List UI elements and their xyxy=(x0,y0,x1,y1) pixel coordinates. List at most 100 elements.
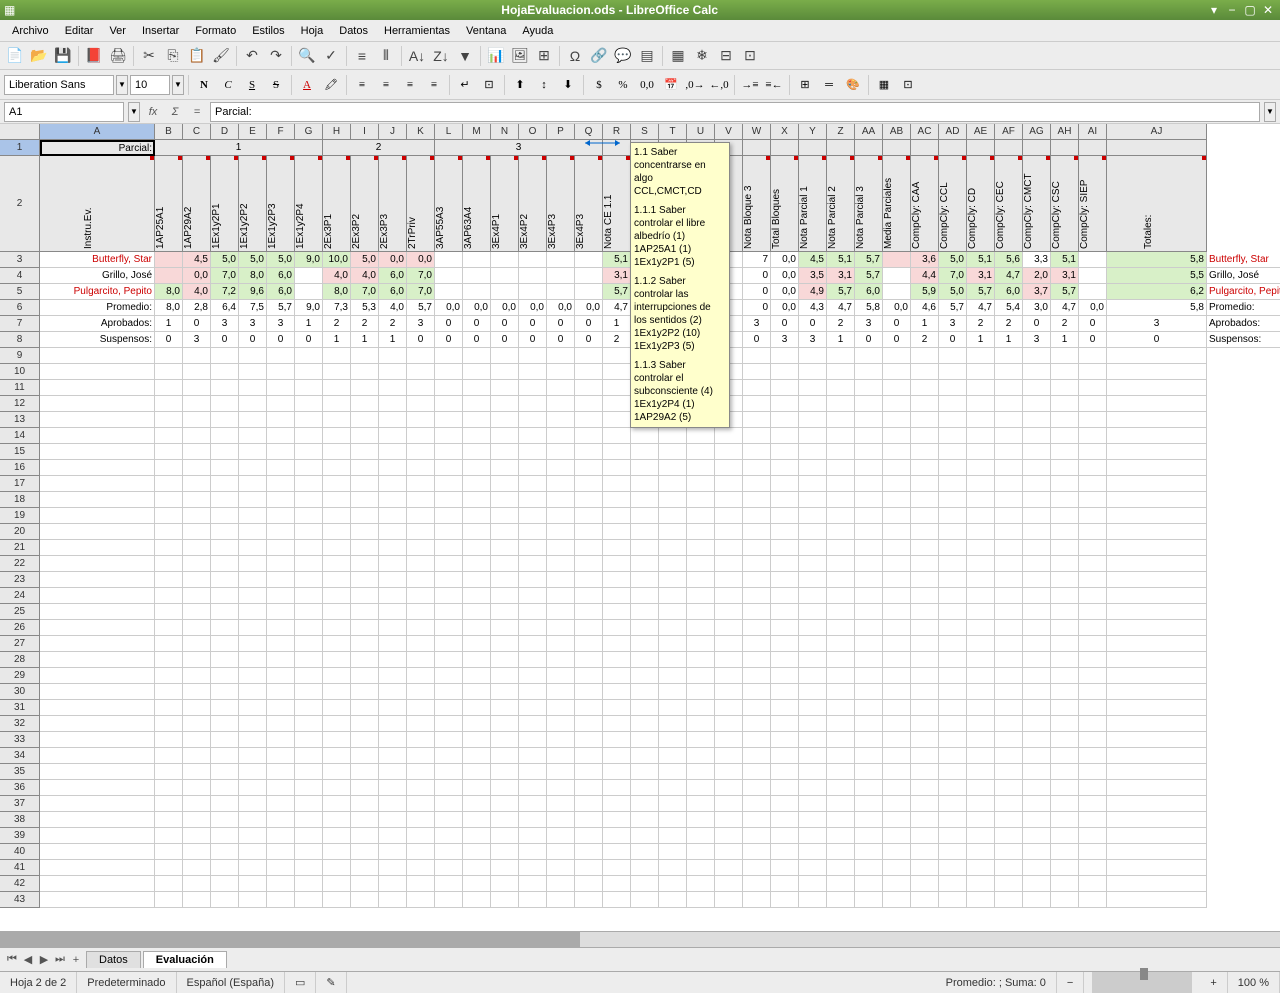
empty-cell[interactable] xyxy=(463,540,491,556)
cell-data[interactable]: 0 xyxy=(771,316,799,332)
empty-cell[interactable] xyxy=(771,476,799,492)
empty-cell[interactable] xyxy=(687,764,715,780)
empty-cell[interactable] xyxy=(575,684,603,700)
empty-cell[interactable] xyxy=(659,732,687,748)
empty-cell[interactable] xyxy=(379,556,407,572)
empty-cell[interactable] xyxy=(519,556,547,572)
empty-cell[interactable] xyxy=(407,684,435,700)
cell-data[interactable]: 0,0 xyxy=(463,300,491,316)
empty-cell[interactable] xyxy=(743,524,771,540)
empty-cell[interactable] xyxy=(323,380,351,396)
cell-data[interactable]: 2,8 xyxy=(183,300,211,316)
empty-cell[interactable] xyxy=(323,828,351,844)
empty-cell[interactable] xyxy=(575,812,603,828)
empty-cell[interactable] xyxy=(743,604,771,620)
empty-cell[interactable] xyxy=(715,700,743,716)
empty-cell[interactable] xyxy=(1107,684,1207,700)
split-icon[interactable]: ⊟ xyxy=(715,45,737,67)
empty-cell[interactable] xyxy=(1051,892,1079,908)
cell-data[interactable] xyxy=(435,268,463,284)
empty-cell[interactable] xyxy=(295,540,323,556)
empty-cell[interactable] xyxy=(883,556,911,572)
empty-cell[interactable] xyxy=(463,828,491,844)
empty-cell[interactable] xyxy=(575,396,603,412)
empty-cell[interactable] xyxy=(575,796,603,812)
empty-cell[interactable] xyxy=(183,540,211,556)
empty-cell[interactable] xyxy=(351,492,379,508)
cell-data[interactable]: 7,3 xyxy=(323,300,351,316)
empty-cell[interactable] xyxy=(379,780,407,796)
empty-cell[interactable] xyxy=(323,700,351,716)
empty-cell[interactable] xyxy=(799,492,827,508)
empty-cell[interactable] xyxy=(40,668,155,684)
cell-data[interactable]: 1 xyxy=(1051,332,1079,348)
cell-Y1[interactable] xyxy=(799,140,827,156)
empty-cell[interactable] xyxy=(799,636,827,652)
empty-cell[interactable] xyxy=(799,556,827,572)
empty-cell[interactable] xyxy=(155,636,183,652)
col-header-AE[interactable]: AE xyxy=(967,124,995,139)
empty-cell[interactable] xyxy=(939,732,967,748)
empty-cell[interactable] xyxy=(40,828,155,844)
empty-cell[interactable] xyxy=(547,732,575,748)
col-header-I[interactable]: I xyxy=(351,124,379,139)
empty-cell[interactable] xyxy=(267,828,295,844)
cell-data[interactable]: 0 xyxy=(1079,316,1107,332)
empty-cell[interactable] xyxy=(1051,700,1079,716)
empty-cell[interactable] xyxy=(239,668,267,684)
row-header-2[interactable]: 2 xyxy=(0,156,39,252)
empty-cell[interactable] xyxy=(687,492,715,508)
empty-cell[interactable] xyxy=(463,876,491,892)
cell-data[interactable]: 3 xyxy=(799,332,827,348)
empty-cell[interactable] xyxy=(827,428,855,444)
empty-cell[interactable] xyxy=(995,348,1023,364)
empty-cell[interactable] xyxy=(435,860,463,876)
empty-cell[interactable] xyxy=(1051,620,1079,636)
cell-data[interactable]: 4,7 xyxy=(967,300,995,316)
col-header-L[interactable]: L xyxy=(435,124,463,139)
font-size-input[interactable] xyxy=(130,75,170,95)
col-header-R[interactable]: R xyxy=(603,124,631,139)
empty-cell[interactable] xyxy=(575,588,603,604)
empty-cell[interactable] xyxy=(491,476,519,492)
empty-cell[interactable] xyxy=(1051,572,1079,588)
empty-cell[interactable] xyxy=(379,524,407,540)
empty-cell[interactable] xyxy=(799,364,827,380)
empty-cell[interactable] xyxy=(183,444,211,460)
empty-cell[interactable] xyxy=(379,572,407,588)
empty-cell[interactable] xyxy=(491,892,519,908)
empty-cell[interactable] xyxy=(827,604,855,620)
header-footer-icon[interactable]: ▤ xyxy=(636,45,658,67)
cell-data[interactable]: 5,6 xyxy=(995,252,1023,268)
empty-cell[interactable] xyxy=(295,652,323,668)
empty-cell[interactable] xyxy=(1107,748,1207,764)
empty-cell[interactable] xyxy=(40,860,155,876)
empty-cell[interactable] xyxy=(1023,604,1051,620)
empty-cell[interactable] xyxy=(715,540,743,556)
cell-data[interactable]: 1 xyxy=(155,316,183,332)
empty-cell[interactable] xyxy=(883,716,911,732)
empty-cell[interactable] xyxy=(40,636,155,652)
cell-data[interactable]: 6,0 xyxy=(379,268,407,284)
row-header-1[interactable]: 1 xyxy=(0,140,39,156)
empty-cell[interactable] xyxy=(939,460,967,476)
empty-cell[interactable] xyxy=(603,668,631,684)
row-header-26[interactable]: 26 xyxy=(0,620,39,636)
empty-cell[interactable] xyxy=(1079,540,1107,556)
empty-cell[interactable] xyxy=(855,828,883,844)
empty-cell[interactable] xyxy=(1023,460,1051,476)
empty-cell[interactable] xyxy=(939,892,967,908)
empty-cell[interactable] xyxy=(351,892,379,908)
empty-cell[interactable] xyxy=(239,476,267,492)
empty-cell[interactable] xyxy=(211,668,239,684)
empty-cell[interactable] xyxy=(267,588,295,604)
empty-cell[interactable] xyxy=(771,444,799,460)
empty-cell[interactable] xyxy=(771,764,799,780)
cell-data[interactable]: 1 xyxy=(379,332,407,348)
empty-cell[interactable] xyxy=(1079,716,1107,732)
cell-data[interactable]: 0,0 xyxy=(183,268,211,284)
empty-cell[interactable] xyxy=(183,412,211,428)
empty-cell[interactable] xyxy=(1107,812,1207,828)
empty-cell[interactable] xyxy=(603,860,631,876)
empty-cell[interactable] xyxy=(575,476,603,492)
